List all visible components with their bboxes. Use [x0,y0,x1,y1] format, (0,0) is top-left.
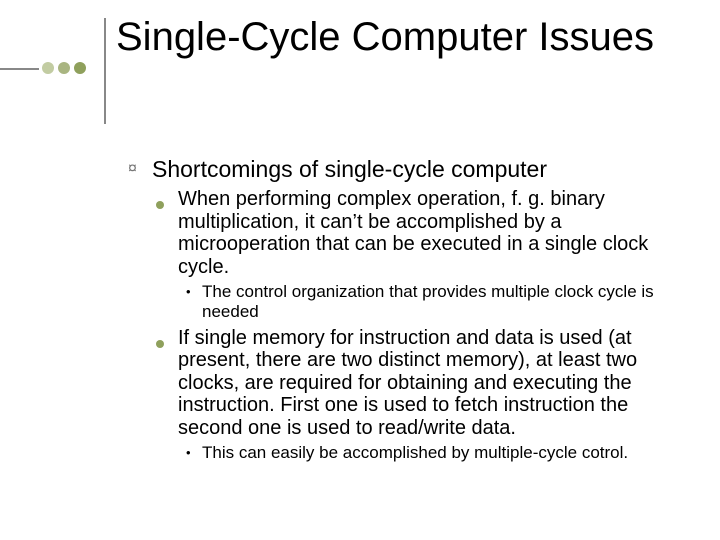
bullet-text: When performing complex operation, f. g.… [178,188,668,278]
bullet-icon: • [186,282,202,321]
decor-dot-icon [74,62,86,74]
slide-title: Single-Cycle Computer Issues [116,14,676,60]
bullet-icon: • [186,443,202,463]
bullet-level-1: ¤ Shortcomings of single-cycle computer [128,156,668,182]
decor-vline [104,18,106,124]
bullet-level-3: • The control organization that provides… [186,282,668,321]
decor-dot-icon [58,62,70,74]
decor-dots [42,62,86,74]
slide: Single-Cycle Computer Issues ¤ Shortcomi… [0,0,720,540]
bullet-text: The control organization that provides m… [202,282,668,321]
bullet-icon [156,327,178,439]
decor-hline [0,68,39,70]
bullet-text: Shortcomings of single-cycle computer [152,156,668,182]
bullet-text: This can easily be accomplished by multi… [202,443,668,463]
bullet-level-3: • This can easily be accomplished by mul… [186,443,668,463]
bullet-text: If single memory for instruction and dat… [178,327,668,439]
slide-body: ¤ Shortcomings of single-cycle computer … [128,146,668,469]
decor-dot-icon [42,62,54,74]
bullet-icon: ¤ [128,156,152,182]
bullet-level-2: When performing complex operation, f. g.… [156,188,668,278]
bullet-icon [156,188,178,278]
bullet-level-2: If single memory for instruction and dat… [156,327,668,439]
